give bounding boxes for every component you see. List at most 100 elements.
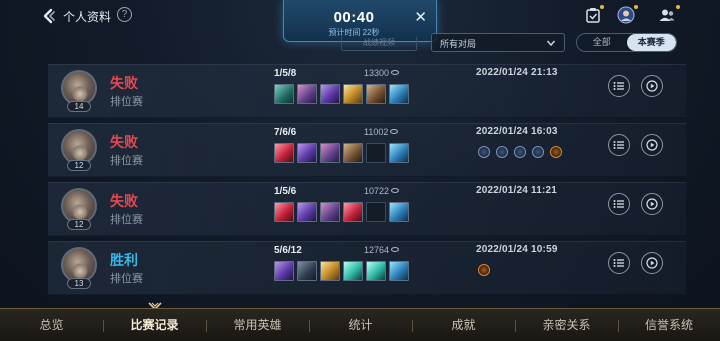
timer-value: 00:40	[333, 9, 375, 26]
item-icon	[274, 143, 294, 163]
gold-score-value: 13300	[364, 68, 390, 78]
item-icon	[366, 84, 386, 104]
match-mode: 排位赛	[110, 96, 143, 108]
match-detail-button[interactable]	[608, 75, 630, 97]
empty-item-slot	[366, 202, 386, 222]
task-checklist-icon[interactable]	[584, 6, 602, 24]
hero-avatar: 12	[61, 188, 97, 230]
item-icon	[343, 261, 363, 281]
chevron-down-icon	[546, 40, 556, 47]
hero-level-badge: 12	[67, 160, 91, 171]
coin-icon	[391, 70, 400, 75]
item-build	[274, 143, 409, 163]
season-toggle[interactable]: 全部 本赛季	[576, 33, 677, 52]
list-icon	[613, 141, 624, 149]
mvp-medal-icon	[478, 264, 490, 276]
coin-icon	[391, 188, 400, 193]
match-mode: 排位赛	[110, 273, 143, 285]
item-icon	[343, 143, 363, 163]
item-icon	[274, 202, 294, 222]
match-result: 失败	[110, 134, 138, 150]
list-icon	[613, 259, 624, 267]
tab-statistics[interactable]: 统计	[309, 309, 412, 341]
item-icon	[297, 261, 317, 281]
close-icon[interactable]: ✕	[414, 10, 427, 25]
item-icon	[274, 261, 294, 281]
match-result: 失败	[110, 193, 138, 209]
honor-medal-icon	[478, 146, 490, 158]
match-mode: 排位赛	[110, 214, 143, 226]
match-detail-button[interactable]	[608, 252, 630, 274]
item-icon	[274, 84, 294, 104]
item-icon	[389, 202, 409, 222]
match-detail-button[interactable]	[608, 193, 630, 215]
back-chevron-icon[interactable]	[40, 7, 58, 25]
item-icon	[343, 202, 363, 222]
medal-list	[478, 264, 490, 276]
help-icon[interactable]: ?	[117, 7, 132, 22]
item-icon	[297, 84, 317, 104]
match-replay-button[interactable]	[641, 134, 663, 156]
list-icon	[613, 200, 624, 208]
match-replay-button[interactable]	[641, 75, 663, 97]
gold-score: 11002	[364, 127, 399, 137]
hero-level-badge: 14	[67, 101, 91, 112]
kda: 1/5/8	[274, 68, 297, 79]
match-type-dropdown[interactable]: 所有对局	[431, 33, 565, 52]
item-icon	[389, 84, 409, 104]
tab-credit-system[interactable]: 信誉系统	[618, 309, 720, 341]
item-icon	[320, 202, 340, 222]
match-row[interactable]: 12 失败 排位赛 1/5/6 10722 2022/01/24 11:21	[48, 182, 686, 236]
hero-level-badge: 13	[67, 278, 91, 289]
match-replay-button[interactable]	[641, 193, 663, 215]
kda: 5/6/12	[274, 245, 302, 256]
match-datetime: 2022/01/24 11:21	[476, 185, 558, 196]
gold-score: 13300	[364, 68, 400, 78]
match-detail-button[interactable]	[608, 134, 630, 156]
tab-match-history[interactable]: 比赛记录	[103, 309, 206, 341]
tab-overview[interactable]: 总览	[0, 309, 103, 341]
segment-this-season[interactable]: 本赛季	[626, 34, 676, 51]
match-row[interactable]: 12 失败 排位赛 7/6/6 11002 2022/01/24 16:03	[48, 123, 686, 177]
item-icon	[389, 261, 409, 281]
honor-medal-icon	[514, 146, 526, 158]
friends-icon[interactable]	[658, 6, 676, 24]
profile-notification-dot	[634, 5, 638, 9]
item-icon	[320, 84, 340, 104]
honor-medal-icon	[532, 146, 544, 158]
segment-all[interactable]: 全部	[577, 34, 627, 51]
bottom-nav: 总览 比赛记录 常用英雄 统计 成就 亲密关系 信誉系统	[0, 308, 720, 341]
match-datetime: 2022/01/24 16:03	[476, 126, 558, 137]
tab-common-heroes[interactable]: 常用英雄	[206, 309, 309, 341]
empty-item-slot	[366, 143, 386, 163]
hero-level-badge: 12	[67, 219, 91, 230]
gold-score: 12764	[364, 245, 400, 255]
item-icon	[320, 261, 340, 281]
gold-score-value: 11002	[364, 127, 389, 137]
item-icon	[366, 261, 386, 281]
match-video-button[interactable]: 战绩视频	[341, 37, 417, 51]
match-row[interactable]: 13 胜利 排位赛 5/6/12 12764 2022/01/24 10:59	[48, 241, 686, 295]
tab-relationships[interactable]: 亲密关系	[515, 309, 618, 341]
item-icon	[297, 202, 317, 222]
gold-score-value: 10722	[364, 186, 390, 196]
coin-icon	[391, 247, 400, 252]
match-row[interactable]: 14 失败 排位赛 1/5/8 13300 2022/01/24 21:13	[48, 64, 686, 118]
page-title: 个人资料	[63, 10, 112, 24]
honor-medal-icon	[496, 146, 508, 158]
kda: 7/6/6	[274, 127, 297, 138]
match-replay-button[interactable]	[641, 252, 663, 274]
match-datetime: 2022/01/24 21:13	[476, 67, 558, 78]
medal-list	[478, 146, 562, 158]
play-icon	[646, 198, 658, 210]
profile-avatar-icon[interactable]	[617, 6, 635, 24]
tab-achievements[interactable]: 成就	[412, 309, 515, 341]
mvp-medal-icon	[550, 146, 562, 158]
match-result: 胜利	[110, 252, 138, 268]
gold-score-value: 12764	[364, 245, 390, 255]
kda: 1/5/6	[274, 186, 297, 197]
matchmaking-timer-panel[interactable]: 00:40 预计时间 22秒 ✕	[283, 0, 437, 42]
task-notification-dot	[600, 5, 604, 9]
item-icon	[297, 143, 317, 163]
hero-avatar: 13	[61, 247, 97, 289]
